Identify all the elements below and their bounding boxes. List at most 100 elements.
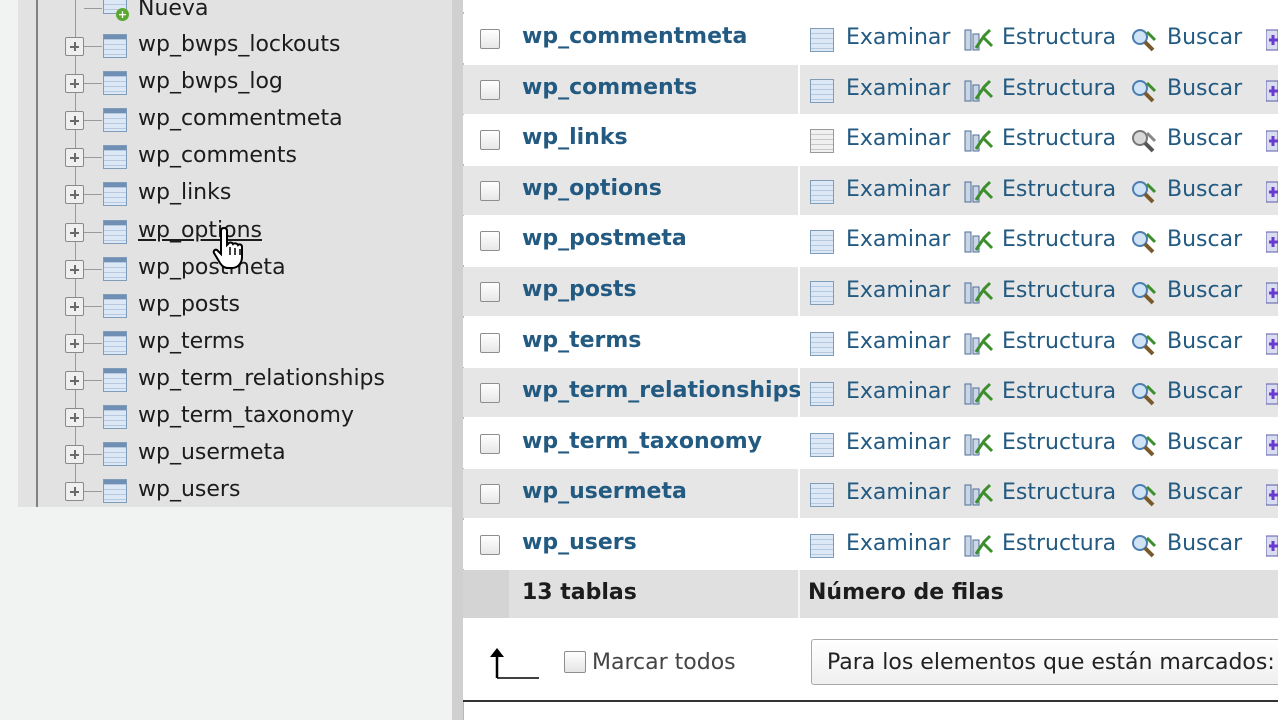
table-name-link[interactable]: wp_usermeta [522,479,687,504]
expand-icon[interactable] [65,111,84,130]
hand-cursor-icon [212,226,243,269]
expand-icon[interactable] [65,408,84,427]
structure-link[interactable]: Estructura [1002,126,1116,151]
tree-item-label[interactable]: wp_term_relationships [138,366,385,391]
navigation-panel: + Nueva wp_bwps_lockouts wp_bwps_log wp_co… [0,0,452,720]
table-name-link[interactable]: wp_postmeta [522,226,687,251]
table-name-link[interactable]: wp_terms [522,328,641,353]
browse-link[interactable]: Examinar [846,531,950,556]
expand-icon[interactable] [65,74,84,93]
structure-link[interactable]: Estructura [1002,430,1116,455]
structure-link[interactable]: Estructura [1002,76,1116,101]
panel-divider[interactable] [452,0,464,720]
row-checkbox[interactable] [480,535,500,555]
search-link[interactable]: Buscar [1167,480,1242,505]
browse-link[interactable]: Examinar [846,76,950,101]
browse-link[interactable]: Examinar [846,177,950,202]
search-link[interactable]: Buscar [1167,177,1242,202]
browse-link[interactable]: Examinar [846,126,950,151]
structure-link[interactable]: Estructura [1002,25,1116,50]
search-icon [1132,333,1157,356]
table-icon [103,145,127,169]
expand-icon[interactable] [65,445,84,464]
search-icon [1132,80,1157,103]
browse-link[interactable]: Examinar [846,25,950,50]
search-link[interactable]: Buscar [1167,379,1242,404]
table-name-link[interactable]: wp_comments [522,75,697,100]
browse-link[interactable]: Examinar [846,278,950,303]
with-selected-dropdown[interactable]: Para los elementos que están marcados: [811,639,1278,685]
tree-connector [84,491,102,492]
tree-item-new-label[interactable]: Nueva [138,0,208,21]
expand-icon[interactable] [65,223,84,242]
search-link[interactable]: Buscar [1167,430,1242,455]
row-checkbox[interactable] [480,29,500,49]
row-checkbox[interactable] [480,434,500,454]
structure-link[interactable]: Estructura [1002,379,1116,404]
tree-item-label[interactable]: wp_users [138,477,240,502]
table-name-link[interactable]: wp_users [522,530,637,555]
expand-icon[interactable] [65,185,84,204]
tree-item-label[interactable]: wp_bwps_lockouts [138,32,340,57]
structure-link[interactable]: Estructura [1002,329,1116,354]
row-checkbox[interactable] [480,333,500,353]
main-content: wp_commentmeta Examinar Estructura Buscar wp… [452,0,1278,720]
search-link[interactable]: Buscar [1167,25,1242,50]
row-checkbox[interactable] [480,282,500,302]
tree-item-label[interactable]: wp_commentmeta [138,106,343,131]
tree-item-label[interactable]: wp_term_taxonomy [138,403,354,428]
check-all-label[interactable]: Marcar todos [592,650,736,675]
tree-connector [84,454,102,455]
add-icon: + [116,8,129,21]
row-checkbox[interactable] [480,80,500,100]
table-name-link[interactable]: wp_term_taxonomy [522,429,762,454]
search-link[interactable]: Buscar [1167,278,1242,303]
structure-link[interactable]: Estructura [1002,227,1116,252]
tree-item-label[interactable]: wp_posts [138,292,240,317]
search-icon [1132,383,1157,406]
browse-link[interactable]: Examinar [846,227,950,252]
search-link[interactable]: Buscar [1167,126,1242,151]
table-name-link[interactable]: wp_posts [522,277,637,302]
expand-icon[interactable] [65,297,84,316]
expand-icon[interactable] [65,482,84,501]
table-row-partial [463,0,1278,12]
table-name-link[interactable]: wp_commentmeta [522,24,747,49]
search-link[interactable]: Buscar [1167,329,1242,354]
search-link[interactable]: Buscar [1167,227,1242,252]
row-checkbox[interactable] [480,383,500,403]
structure-link[interactable]: Estructura [1002,278,1116,303]
table-name-link[interactable]: wp_links [522,125,628,150]
tree-item-label[interactable]: wp_comments [138,143,297,168]
expand-icon[interactable] [65,371,84,390]
browse-link[interactable]: Examinar [846,379,950,404]
expand-icon[interactable] [65,37,84,56]
structure-link[interactable]: Estructura [1002,177,1116,202]
structure-link[interactable]: Estructura [1002,531,1116,556]
row-checkbox[interactable] [480,231,500,251]
expand-icon[interactable] [65,260,84,279]
insert-icon [1266,181,1278,203]
row-checkbox[interactable] [480,484,500,504]
row-checkbox[interactable] [480,130,500,150]
tree-item-label[interactable]: wp_links [138,180,231,205]
table-row: wp_comments Examinar Estructura Buscar [463,65,1278,114]
browse-link[interactable]: Examinar [846,480,950,505]
search-link[interactable]: Buscar [1167,531,1242,556]
expand-icon[interactable] [65,148,84,167]
browse-icon [810,129,834,153]
row-checkbox[interactable] [480,181,500,201]
tree-item-label[interactable]: wp_terms [138,329,245,354]
check-all-checkbox[interactable] [564,651,586,673]
search-icon [1132,29,1157,52]
expand-icon[interactable] [65,334,84,353]
browse-link[interactable]: Examinar [846,329,950,354]
browse-link[interactable]: Examinar [846,430,950,455]
tree-connector [84,269,102,270]
search-link[interactable]: Buscar [1167,76,1242,101]
structure-link[interactable]: Estructura [1002,480,1116,505]
table-name-link[interactable]: wp_term_relationships [522,378,801,403]
table-name-link[interactable]: wp_options [522,176,662,201]
tree-item-label[interactable]: wp_usermeta [138,440,286,465]
tree-item-label[interactable]: wp_bwps_log [138,69,283,94]
